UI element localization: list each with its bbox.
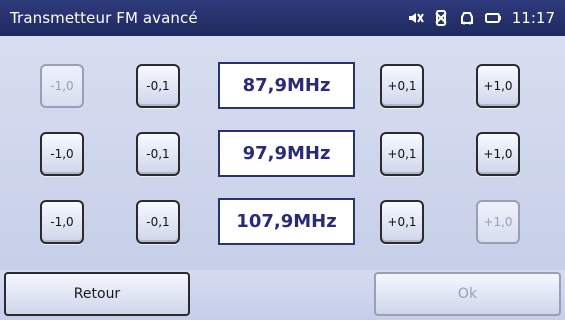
plus-1-button[interactable]: +1,0 — [476, 132, 520, 176]
plus-0-1-button[interactable]: +0,1 — [380, 132, 424, 176]
frequency-panel: -1,0 -0,1 87,9MHz +0,1 +1,0 -1,0 -0,1 97… — [0, 36, 565, 270]
frequency-row: -1,0 -0,1 97,9MHz +0,1 +1,0 — [0, 126, 565, 182]
mute-icon — [406, 9, 424, 27]
ok-button[interactable]: Ok — [374, 272, 561, 316]
clock-time: 11:17 — [511, 9, 555, 27]
back-button[interactable]: Retour — [4, 272, 190, 316]
plus-1-button[interactable]: +1,0 — [476, 64, 520, 108]
plus-0-1-button[interactable]: +0,1 — [380, 200, 424, 244]
status-area: 11:17 — [406, 6, 555, 30]
plus-1-button[interactable]: +1,0 — [476, 200, 520, 244]
frequency-display: 87,9MHz — [218, 62, 355, 109]
phone-disabled-icon — [432, 9, 450, 27]
minus-0-1-button[interactable]: -0,1 — [136, 64, 180, 108]
frequency-display: 97,9MHz — [218, 130, 355, 177]
page-title: Transmetteur FM avancé — [10, 9, 198, 27]
minus-1-button[interactable]: -1,0 — [40, 200, 84, 244]
frequency-display: 107,9MHz — [218, 198, 355, 245]
minus-0-1-button[interactable]: -0,1 — [136, 200, 180, 244]
minus-1-button[interactable]: -1,0 — [40, 132, 84, 176]
bottom-bar: Retour Ok — [0, 270, 565, 320]
frequency-row: -1,0 -0,1 107,9MHz +0,1 +1,0 — [0, 194, 565, 250]
battery-icon — [484, 9, 502, 27]
title-bar: Transmetteur FM avancé 11:17 — [0, 0, 565, 36]
screen: Transmetteur FM avancé 11:17 -1,0 -0,1 8… — [0, 0, 565, 320]
car-icon — [458, 9, 476, 27]
plus-0-1-button[interactable]: +0,1 — [380, 64, 424, 108]
minus-0-1-button[interactable]: -0,1 — [136, 132, 180, 176]
minus-1-button[interactable]: -1,0 — [40, 64, 84, 108]
frequency-row: -1,0 -0,1 87,9MHz +0,1 +1,0 — [0, 58, 565, 114]
